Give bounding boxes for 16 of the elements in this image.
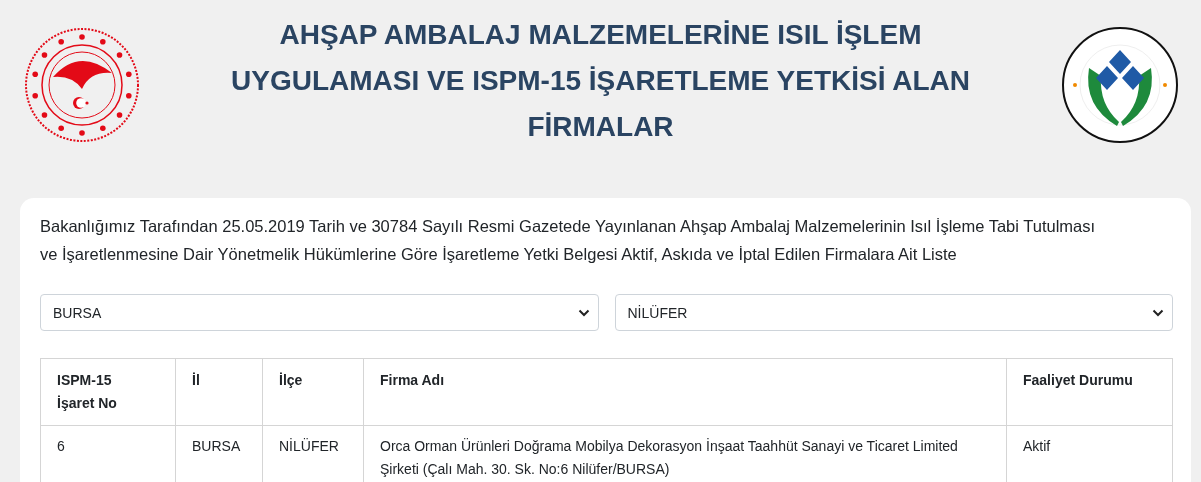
column-header: ISPM-15 İşaret No — [40, 358, 176, 426]
page-title: UYGULAMASI VE ISPM-15 İŞARETLEME YETKİSİ ALAN — [231, 64, 970, 98]
agency-emblem-icon — [1061, 26, 1179, 144]
ministry-seal-icon — [24, 27, 140, 143]
chevron-down-icon — [1152, 308, 1164, 317]
dropdown-select[interactable]: BURSA — [40, 294, 599, 331]
table-cell: 6 — [40, 425, 176, 482]
description-text: Bakanlığımız Tarafından 25.05.2019 Tarih ve 30784 Sayılı Resmi Gazetede Yayınlanan Ahşap Ambalaj Malzemelerinin Isıl İşleme Tabi Tutulması ve İşaretlenmesine Dair Yönetmelik Hükümlerine Göre İşaretleme Yetki Belgesi Aktif, Askıda ve İptal Edilen Firmalara Ait Liste — [40, 216, 1097, 265]
column-header: Faaliyet Durumu — [1006, 358, 1173, 426]
column-header: İl — [175, 358, 263, 426]
column-header: İlçe — [262, 358, 364, 426]
column-header: Firma Adı — [363, 358, 1007, 426]
page-title: FİRMALAR — [527, 110, 674, 144]
chevron-down-icon — [577, 308, 590, 317]
dropdown-select[interactable]: NİLÜFER — [614, 294, 1173, 331]
page-title: AHŞAP AMBALAJ MALZEMELERİNE ISIL İŞLEM — [279, 18, 922, 52]
